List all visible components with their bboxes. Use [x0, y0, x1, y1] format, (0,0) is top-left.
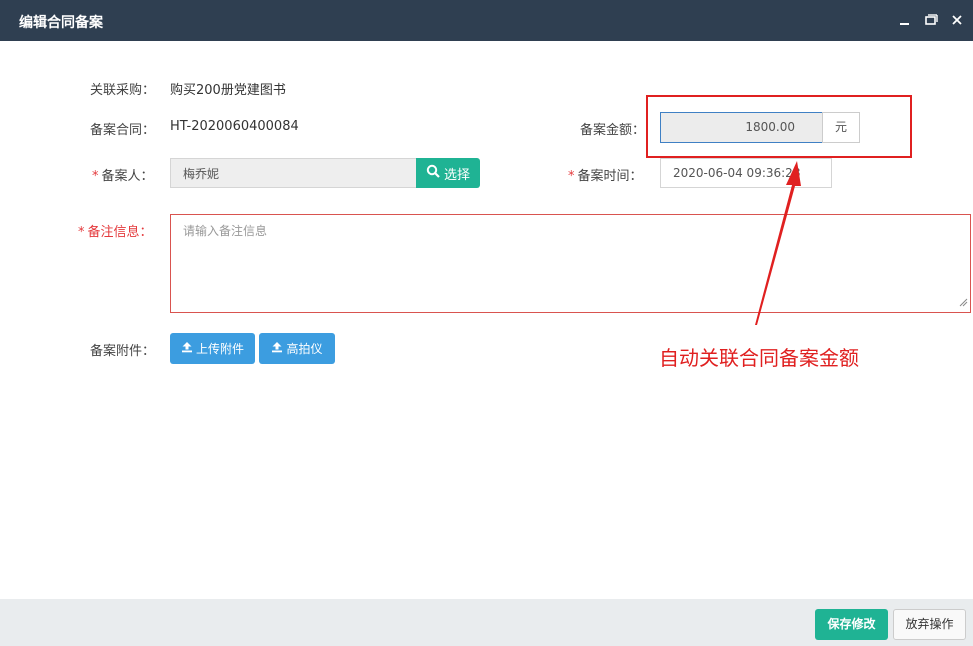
maximize-icon[interactable]: [923, 12, 939, 28]
select-person-button[interactable]: 选择: [416, 158, 480, 188]
remark-placeholder: 请输入备注信息: [183, 224, 268, 238]
save-button[interactable]: 保存修改: [815, 609, 888, 640]
amount-label: 备案金额：: [580, 123, 646, 138]
related-purchase-label: 关联采购：: [90, 83, 156, 98]
resize-handle-icon[interactable]: [959, 296, 968, 310]
dialog-title: 编辑合同备案: [19, 15, 103, 31]
scanner-button[interactable]: 高拍仪: [259, 333, 335, 364]
person-field[interactable]: 梅乔妮: [170, 158, 417, 188]
minimize-icon[interactable]: [897, 12, 913, 28]
required-mark: *: [78, 225, 85, 240]
person-label-group: * 备案人：: [92, 165, 154, 184]
required-mark: *: [568, 169, 575, 184]
select-person-label: 选择: [443, 167, 470, 183]
scanner-label: 高拍仪: [286, 342, 323, 356]
annotation-arrow-icon: [755, 161, 801, 325]
remark-label: 备注信息：: [87, 225, 153, 240]
contract-value: HT-2020060400084: [170, 119, 299, 134]
required-mark: *: [92, 169, 99, 184]
time-label: 备案时间：: [577, 169, 643, 184]
person-label: 备案人：: [101, 169, 154, 184]
close-icon[interactable]: [949, 12, 965, 28]
annotation-highlight-box: [646, 95, 912, 158]
time-label-group: * 备案时间：: [568, 165, 643, 184]
upload-attachment-button[interactable]: 上传附件: [170, 333, 255, 364]
dialog-titlebar: 编辑合同备案: [0, 0, 973, 41]
remark-textarea[interactable]: 请输入备注信息: [170, 214, 971, 313]
search-icon: [426, 164, 440, 182]
upload-icon: [181, 341, 193, 356]
upload-icon: [271, 341, 283, 356]
contract-label: 备案合同：: [90, 123, 156, 138]
upload-attachment-label: 上传附件: [195, 342, 244, 356]
remark-label-group: * 备注信息：: [78, 221, 153, 240]
cancel-button[interactable]: 放弃操作: [893, 609, 966, 640]
attachment-label: 备案附件：: [90, 344, 156, 359]
related-purchase-value: 购买200册党建图书: [170, 83, 286, 98]
annotation-text: 自动关联合同备案金额: [659, 346, 859, 370]
